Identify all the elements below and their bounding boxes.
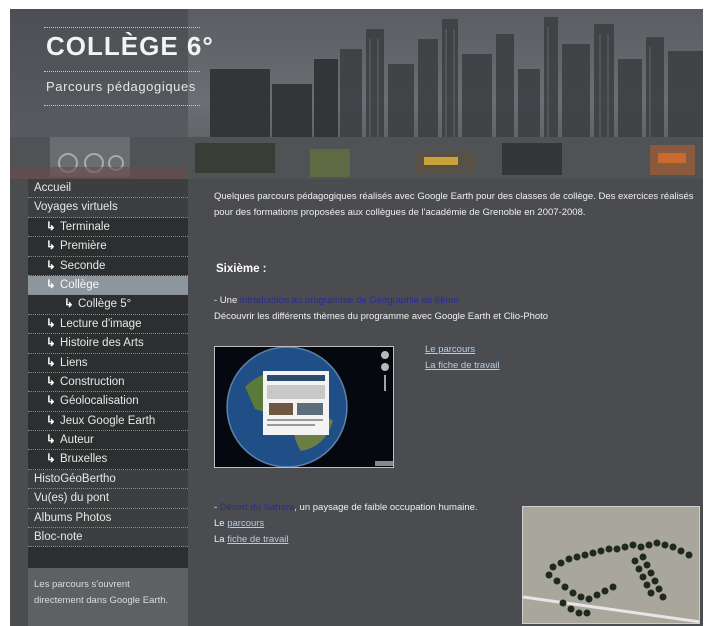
sidebar-item-label: Bruxelles	[60, 453, 108, 466]
sidebar-item-label: Voyages virtuels	[34, 201, 118, 214]
site-title: COLLÈGE 6°	[46, 31, 214, 61]
sidebar-item-premi-re[interactable]: ↳ Première	[28, 237, 188, 257]
sidebar-item-label: Collège	[60, 278, 99, 291]
sidebar-item-label: Première	[60, 240, 107, 253]
main-content: Quelques parcours pédagogiques réalisés …	[214, 189, 698, 322]
sidebar-item-label: Lecture d'image	[60, 317, 142, 330]
subtitle-divider-bottom	[44, 105, 200, 106]
section-heading-sixieme: Sixième :	[216, 263, 267, 275]
sidebar-item-coll-ge-5[interactable]: ↳ Collège 5°	[28, 295, 188, 315]
site-header: COLLÈGE 6° Parcours pédagogiques	[10, 9, 703, 179]
intro-paragraph: Quelques parcours pédagogiques réalisés …	[214, 191, 694, 218]
header-photo-strip	[10, 137, 703, 179]
nav-arrow-icon: ↳	[46, 453, 56, 466]
page: COLLÈGE 6° Parcours pédagogiques Accueil…	[10, 9, 703, 626]
nav-arrow-icon: ↳	[46, 220, 56, 233]
nav-arrow-icon: ↳	[46, 395, 56, 408]
sidebar-item-voyages-virtuels[interactable]: Voyages virtuels	[28, 198, 188, 218]
sahara-image	[523, 507, 699, 623]
sidebar-nav: Accueil Voyages virtuels ↳ Terminale ↳ Premiè…	[28, 179, 188, 548]
sidebar-item-label: Albums Photos	[34, 511, 112, 524]
sidebar-item-lecture-d-image[interactable]: ↳ Lecture d'image	[28, 314, 188, 335]
sidebar-item-label: Auteur	[60, 434, 94, 447]
nav-arrow-icon: ↳	[46, 434, 56, 447]
fiche-de-travail-link[interactable]: La fiche de travail	[425, 360, 499, 371]
sidebar-item-label: Construction	[60, 375, 125, 388]
item2-fiche-line: La fiche de travail	[214, 532, 514, 548]
item2-fiche-prefix: La	[214, 534, 228, 545]
sidebar-item-label: Histoire des Arts	[60, 337, 144, 350]
nav-arrow-icon: ↳	[46, 278, 56, 291]
globe-image	[215, 347, 393, 467]
nav-arrow-icon: ↳	[46, 414, 56, 427]
sidebar-item-auteur[interactable]: ↳ Auteur	[28, 431, 188, 451]
nav-arrow-icon: ↳	[46, 356, 56, 369]
introduction-geographie-link[interactable]: introduction au programme de Géographie …	[240, 295, 459, 306]
nav-arrow-icon: ↳	[46, 317, 56, 330]
nav-arrow-icon: ↳	[64, 298, 74, 311]
nav-arrow-icon: ↳	[46, 375, 56, 388]
sidebar-item-jeux-google-earth[interactable]: ↳ Jeux Google Earth	[28, 411, 188, 432]
sidebar-item-label: Géolocalisation	[60, 395, 139, 408]
site-subtitle: Parcours pédagogiques	[46, 79, 196, 94]
sidebar-item-histoire-des-arts[interactable]: ↳ Histoire des Arts	[28, 334, 188, 354]
sidebar-item-histog-obertho[interactable]: HistoGéoBertho	[28, 469, 188, 490]
sidebar-note: Les parcours s'ouvrent directement dans …	[28, 568, 188, 626]
subtitle-divider	[44, 71, 200, 72]
sahara-satellite-thumbnail[interactable]	[522, 506, 700, 624]
item2-parcours-prefix: Le	[214, 518, 228, 529]
sidebar-item-terminale[interactable]: ↳ Terminale	[28, 217, 188, 238]
city-skyline-banner	[210, 17, 703, 139]
item-prefix: - Une	[214, 295, 240, 306]
nav-arrow-icon: ↳	[46, 259, 56, 272]
sidebar-item-seconde[interactable]: ↳ Seconde	[28, 256, 188, 276]
sidebar-item-label: HistoGéoBertho	[34, 472, 116, 485]
sidebar-item-label: Liens	[60, 356, 88, 369]
sidebar: Accueil Voyages virtuels ↳ Terminale ↳ Premiè…	[28, 179, 188, 626]
item2-title-line: - Désert du Sahara, un paysage de faible…	[214, 500, 514, 516]
parcours-links: Le parcours La fiche de travail	[425, 342, 499, 374]
sidebar-item-accueil[interactable]: Accueil	[28, 179, 188, 199]
sidebar-item-label: Bloc-note	[34, 531, 83, 544]
le-parcours-link[interactable]: Le parcours	[425, 344, 475, 355]
desert-sahara-link[interactable]: Désert du Sahara	[220, 502, 294, 513]
sidebar-item-g-olocalisation[interactable]: ↳ Géolocalisation	[28, 392, 188, 412]
title-divider	[44, 27, 200, 28]
sidebar-item-bloc-note[interactable]: Bloc-note	[28, 528, 188, 548]
sidebar-item-label: Jeux Google Earth	[60, 414, 156, 427]
google-earth-thumbnail[interactable]	[214, 346, 394, 468]
item2-description: , un paysage de faible occupation humain…	[294, 502, 478, 513]
sahara-parcours-link[interactable]: parcours	[227, 518, 264, 529]
sahara-fiche-link[interactable]: fiche de travail	[227, 534, 288, 545]
item-introduction-geographie: - Une introduction au programme de Géogr…	[214, 293, 698, 325]
nav-arrow-icon: ↳	[46, 337, 56, 350]
item-desert-sahara: - Désert du Sahara, un paysage de faible…	[214, 500, 514, 548]
sidebar-item-label: Collège 5°	[78, 298, 132, 311]
sidebar-item-albums-photos[interactable]: Albums Photos	[28, 508, 188, 529]
sidebar-item-label: Seconde	[60, 259, 106, 272]
item-title-line: - Une introduction au programme de Géogr…	[214, 293, 698, 309]
sidebar-item-label: Terminale	[60, 220, 110, 233]
sidebar-item-bruxelles[interactable]: ↳ Bruxelles	[28, 450, 188, 470]
sidebar-item-label: Accueil	[34, 182, 72, 194]
item-description: Découvrir les différents thèmes du progr…	[214, 311, 549, 322]
sidebar-item-vu-es-du-pont[interactable]: Vu(es) du pont	[28, 489, 188, 509]
sidebar-item-construction[interactable]: ↳ Construction	[28, 372, 188, 393]
sidebar-item-liens[interactable]: ↳ Liens	[28, 353, 188, 373]
nav-arrow-icon: ↳	[46, 240, 56, 253]
item2-parcours-line: Le parcours	[214, 516, 514, 532]
sidebar-item-coll-ge[interactable]: ↳ Collège	[28, 275, 188, 296]
sidebar-item-label: Vu(es) du pont	[34, 492, 110, 505]
